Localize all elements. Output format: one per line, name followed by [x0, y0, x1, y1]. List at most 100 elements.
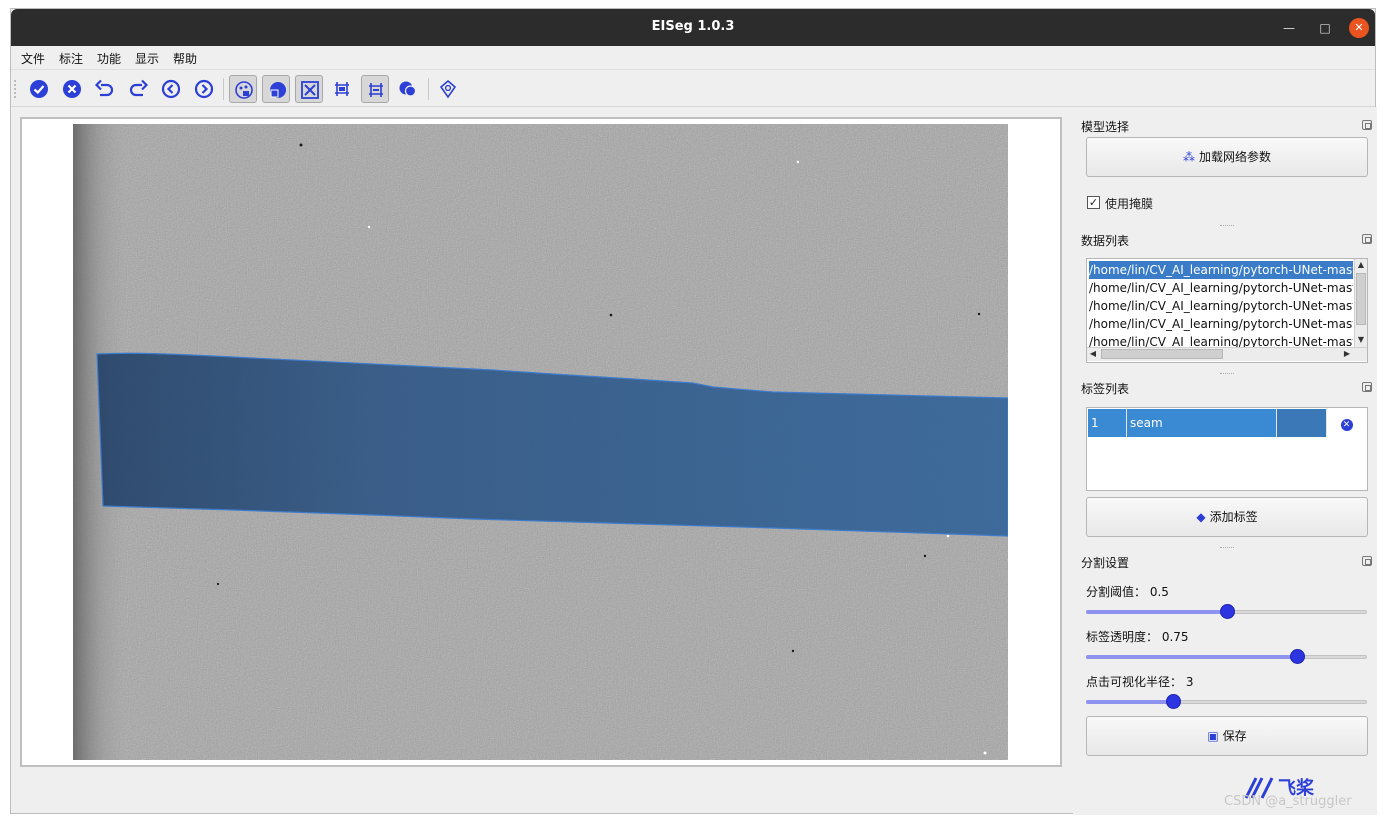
network-icon: ⁂: [1182, 150, 1195, 164]
toolbar: [11, 69, 1375, 107]
menu-display[interactable]: 显示: [135, 50, 159, 67]
dock-splitter[interactable]: [1220, 547, 1234, 549]
auto-save-icon: [369, 83, 383, 97]
label-panel-title: 标签列表: [1081, 382, 1130, 396]
undo-icon: [95, 79, 114, 97]
next-image-icon: [194, 79, 214, 99]
toolbar-grip[interactable]: [14, 80, 18, 98]
save-coco-button[interactable]: [328, 75, 356, 103]
maximize-button[interactable]: □: [1315, 18, 1335, 38]
radius-label: 点击可视化半径： 3: [1086, 673, 1193, 690]
slider-fill: [1086, 655, 1297, 659]
slider-handle[interactable]: [1219, 604, 1235, 619]
menu-function[interactable]: 功能: [97, 50, 121, 67]
save-grayscale-icon: [270, 82, 286, 98]
save-json-icon: [301, 81, 319, 99]
save-json-button[interactable]: [295, 75, 323, 103]
list-item[interactable]: /home/lin/CV_AI_learning/pytorch-UNet-ma…: [1089, 261, 1353, 279]
watermark: CSDN @a_struggler: [1224, 794, 1352, 809]
threshold-value: 0.5: [1149, 585, 1169, 599]
file-list-vscroll[interactable]: ▲ ▼: [1354, 259, 1367, 347]
minimize-button[interactable]: —: [1279, 18, 1299, 38]
slider-handle[interactable]: [1166, 694, 1182, 709]
opacity-slider[interactable]: [1086, 649, 1367, 665]
list-item[interactable]: /home/lin/CV_AI_learning/pytorch-UNet-ma…: [1089, 279, 1353, 297]
auto-save-button[interactable]: [361, 75, 389, 103]
save-button-label: 保存: [1222, 729, 1247, 743]
menu-annotate[interactable]: 标注: [59, 50, 83, 67]
save-pseudo-color-icon: [235, 81, 253, 99]
scroll-left-icon[interactable]: ◀: [1087, 348, 1099, 360]
scroll-up-icon[interactable]: ▲: [1355, 259, 1367, 271]
menu-help[interactable]: 帮助: [173, 50, 197, 67]
use-mask-checkbox[interactable]: ✓: [1087, 196, 1100, 209]
table-row[interactable]: 1 seam ✕: [1088, 409, 1366, 437]
clear-button[interactable]: [58, 75, 86, 103]
data-panel-float-icon[interactable]: [1362, 234, 1372, 244]
prev-image-icon: [161, 79, 181, 99]
opacity-label: 标签透明度： 0.75: [1086, 628, 1189, 645]
save-pseudo-color-button[interactable]: [229, 75, 257, 103]
shortcut-settings-button[interactable]: [434, 75, 462, 103]
radius-label-text: 点击可视化半径：: [1086, 675, 1183, 689]
list-item[interactable]: /home/lin/CV_AI_learning/pytorch-UNet-ma…: [1089, 315, 1353, 333]
finish-button[interactable]: [25, 75, 53, 103]
file-list[interactable]: /home/lin/CV_AI_learning/pytorch-UNet-ma…: [1086, 258, 1368, 363]
slider-fill: [1086, 700, 1174, 704]
load-model-label: 加载网络参数: [1198, 150, 1271, 164]
menu-file[interactable]: 文件: [21, 50, 45, 67]
app-window: EISeg 1.0.3 — □ ✕ 文件 标注 功能 显示 帮助 模型选择 ⁂ …: [10, 8, 1377, 815]
clear-icon: [63, 80, 81, 98]
annotated-image[interactable]: [73, 124, 1008, 760]
label-table[interactable]: 1 seam ✕: [1086, 407, 1368, 491]
vscroll-thumb[interactable]: [1356, 273, 1366, 325]
dock-splitter[interactable]: [1220, 373, 1234, 375]
opacity-value: 0.75: [1161, 630, 1189, 644]
prev-image-button[interactable]: [157, 75, 185, 103]
redo-icon: [129, 79, 148, 97]
tag-icon: ◆: [1196, 510, 1206, 524]
redo-button[interactable]: [124, 75, 152, 103]
scroll-right-icon[interactable]: ▶: [1341, 348, 1353, 360]
image-canvas[interactable]: [20, 117, 1062, 767]
seg-panel-title: 分割设置: [1081, 556, 1130, 570]
data-panel-title: 数据列表: [1081, 234, 1130, 248]
menu-bar: 文件 标注 功能 显示 帮助: [11, 46, 1375, 69]
add-label-button[interactable]: ◆ 添加标签: [1086, 497, 1368, 537]
hscroll-thumb[interactable]: [1101, 349, 1223, 359]
show-mask-icon: [399, 81, 417, 97]
slider-fill: [1086, 610, 1227, 614]
slider-handle[interactable]: [1289, 649, 1305, 664]
toolbar-separator: [223, 78, 224, 100]
label-color-swatch[interactable]: [1277, 409, 1327, 437]
show-mask-button[interactable]: [394, 75, 422, 103]
label-id[interactable]: 1: [1088, 409, 1127, 437]
scroll-down-icon[interactable]: ▼: [1355, 334, 1367, 346]
undo-button[interactable]: [91, 75, 119, 103]
delete-icon: ✕: [1340, 419, 1353, 431]
file-list-hscroll[interactable]: ◀ ▶: [1087, 347, 1367, 361]
model-panel-title: 模型选择: [1081, 120, 1130, 134]
next-image-button[interactable]: [190, 75, 218, 103]
delete-label-button[interactable]: ✕: [1327, 409, 1366, 437]
opacity-label-text: 标签透明度：: [1086, 630, 1159, 644]
title-bar: EISeg 1.0.3 — □ ✕: [11, 9, 1375, 46]
image-svg: [73, 124, 1008, 760]
shortcut-settings-icon: [439, 79, 457, 99]
label-panel-float-icon[interactable]: [1362, 382, 1372, 392]
label-name[interactable]: seam: [1127, 409, 1277, 437]
threshold-label: 分割阈值： 0.5: [1086, 583, 1169, 600]
radius-slider[interactable]: [1086, 694, 1367, 710]
save-grayscale-button[interactable]: [262, 75, 290, 103]
threshold-slider[interactable]: [1086, 604, 1367, 620]
window-title: EISeg 1.0.3: [651, 19, 735, 34]
save-coco-icon: [335, 82, 349, 96]
close-button[interactable]: ✕: [1349, 18, 1369, 38]
model-panel-float-icon[interactable]: [1362, 120, 1372, 130]
save-button[interactable]: ▣ 保存: [1086, 716, 1368, 756]
list-item[interactable]: /home/lin/CV_AI_learning/pytorch-UNet-ma…: [1089, 297, 1353, 315]
dock-splitter[interactable]: [1220, 225, 1234, 227]
radius-value: 3: [1185, 675, 1194, 689]
seg-panel-float-icon[interactable]: [1362, 556, 1372, 566]
load-model-button[interactable]: ⁂ 加载网络参数: [1086, 137, 1368, 177]
